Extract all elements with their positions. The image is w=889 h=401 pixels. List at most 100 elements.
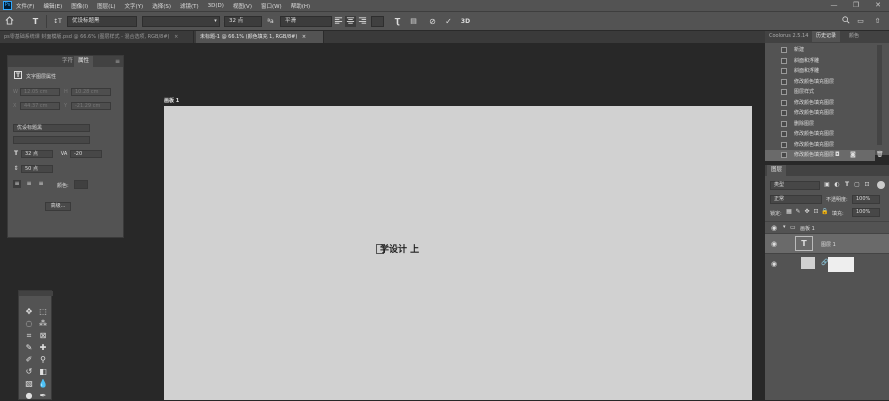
layer-row-fill[interactable]: ◉ 🔗 (765, 253, 889, 273)
history-source-checkbox[interactable] (781, 99, 787, 106)
warp-text-icon[interactable]: Ʈ (392, 16, 403, 27)
frame-tool-icon[interactable]: ⊠ (37, 330, 49, 341)
history-source-checkbox[interactable] (781, 57, 787, 64)
history-item[interactable]: 修改颜色填充图层 (765, 77, 875, 88)
crop-tool-icon[interactable]: ⌗ (23, 330, 35, 341)
canvas-text-layer[interactable]: 学设计 上 (380, 242, 419, 255)
y-field[interactable]: -21.29 cm (71, 102, 111, 110)
menu-image[interactable]: 图像(I) (71, 2, 88, 10)
delete-icon[interactable]: 🗑 (876, 151, 884, 158)
marquee-tool-icon[interactable]: ⬚ (37, 306, 49, 317)
gradient-tool-icon[interactable]: ▧ (23, 378, 35, 389)
history-source-checkbox[interactable] (781, 110, 787, 116)
type-tool-icon[interactable]: T (30, 16, 41, 27)
history-source-checkbox[interactable] (781, 47, 787, 53)
healing-brush-tool-icon[interactable]: ✚ (37, 342, 49, 353)
history-item[interactable]: 修改颜色填充图层 (765, 98, 875, 109)
filter-shape-icon[interactable]: ▢ (853, 181, 861, 189)
visibility-eye-icon[interactable]: ◉ (771, 260, 777, 268)
history-brush-tool-icon[interactable]: ↺ (23, 366, 35, 377)
workspace-icon[interactable]: ▭ (855, 16, 866, 27)
blur-tool-icon[interactable]: 💧 (37, 378, 49, 389)
menu-window[interactable]: 窗口(W) (261, 2, 282, 10)
minimize-icon[interactable]: — (823, 0, 845, 11)
menu-type[interactable]: 文字(Y) (125, 2, 144, 10)
history-source-checkbox[interactable] (781, 131, 787, 137)
share-icon[interactable]: ⇧ (872, 16, 883, 27)
filter-toggle-icon[interactable] (877, 181, 885, 189)
panel-align-center-icon[interactable]: ≡ (25, 180, 33, 188)
history-item[interactable]: 修改颜色填充图层 (765, 129, 875, 140)
layer-filter-select[interactable]: 类型 (770, 181, 820, 190)
tracking-field[interactable]: -20 (70, 150, 102, 158)
pen-tool-icon[interactable]: ✒ (37, 390, 49, 401)
menu-layer[interactable]: 图层(L) (97, 2, 115, 10)
home-icon[interactable] (4, 16, 15, 27)
filter-type-icon[interactable]: T (843, 181, 851, 189)
tab-properties[interactable]: 属性 (74, 56, 94, 67)
filter-smart-object-icon[interactable]: ⊡ (863, 181, 871, 189)
history-item[interactable]: 斜面和浮雕 (765, 66, 875, 77)
history-item[interactable]: 删除图层 (765, 119, 875, 130)
menu-3d[interactable]: 3D(D) (208, 3, 224, 9)
visibility-eye-icon[interactable]: ◉ (771, 240, 777, 248)
lock-position-icon[interactable]: ✥ (803, 208, 811, 216)
history-item[interactable]: 斜面和浮雕 (765, 56, 875, 67)
lock-artboard-icon[interactable]: ⊡ (812, 208, 820, 216)
menu-select[interactable]: 选择(S) (152, 2, 171, 10)
expand-chevron-icon[interactable]: ▾ (783, 224, 786, 230)
history-item[interactable]: 修改颜色填充图层 (765, 140, 875, 151)
panel-align-left-icon[interactable]: ≡ (13, 180, 21, 188)
font-family-select[interactable]: 优设标题黑 (67, 16, 137, 27)
magic-wand-tool-icon[interactable]: ⁂ (37, 318, 49, 329)
tab-color[interactable]: 颜色 (845, 31, 863, 42)
tab-cover-template[interactable]: ps零基础系统课 封面模版.psd @ 66.6% (图层样式 - 混合选项, … (0, 31, 194, 43)
close-tab-icon[interactable]: × (174, 34, 178, 40)
cancel-icon[interactable]: ⊘ (427, 16, 438, 27)
visibility-eye-icon[interactable]: ◉ (771, 224, 777, 232)
lasso-tool-icon[interactable]: ◌ (23, 318, 35, 329)
lock-all-icon[interactable]: 🔒 (821, 208, 829, 216)
panel-font-size-field[interactable]: 32 点 (21, 150, 53, 158)
tab-untitled-1[interactable]: 未标题-1 @ 66.1% (颜色填充 1, RGB/8#) × (196, 31, 324, 43)
clone-stamp-tool-icon[interactable]: ⚲ (37, 354, 49, 365)
panel-font-style-select[interactable] (13, 136, 90, 144)
artboard-label[interactable]: 画板 1 (164, 97, 179, 104)
width-field[interactable]: 12.05 cm (20, 88, 60, 96)
lock-transparent-icon[interactable]: ▦ (785, 208, 793, 216)
history-item-selected[interactable]: 修改颜色填充图层 (765, 150, 875, 161)
history-item[interactable]: 新建 (765, 45, 875, 56)
dodge-tool-icon[interactable]: ● (23, 390, 35, 401)
history-item[interactable]: 修改颜色填充图层 (765, 108, 875, 119)
filter-adjustment-icon[interactable]: ◐ (833, 181, 841, 189)
text-orientation-icon[interactable]: ↕T (52, 16, 63, 27)
fill-field[interactable]: 100% (852, 208, 880, 217)
move-tool-icon[interactable]: ✥ (23, 306, 35, 317)
artboard[interactable] (164, 106, 752, 400)
blend-mode-select[interactable]: 正常 (770, 195, 822, 204)
panel-color-swatch[interactable] (74, 180, 88, 189)
align-right-icon[interactable] (357, 16, 368, 27)
filter-pixel-icon[interactable]: ▣ (823, 181, 831, 189)
brush-tool-icon[interactable]: ✐ (23, 354, 35, 365)
antialias-select[interactable]: 平滑 (280, 16, 332, 27)
tab-history[interactable]: 历史记录 (812, 31, 841, 42)
font-style-chevron-icon[interactable]: ▾ (210, 16, 221, 27)
history-source-checkbox[interactable] (781, 68, 787, 74)
history-item[interactable]: 图层样式 (765, 87, 875, 98)
panel-font-family-select[interactable]: 优设标题黑 (13, 124, 90, 132)
tab-layers[interactable]: 图层 (767, 165, 787, 176)
history-source-checkbox[interactable] (781, 89, 787, 95)
panel-menu-icon[interactable]: ≡ (111, 56, 124, 67)
menu-edit[interactable]: 编辑(E) (43, 2, 62, 10)
menu-file[interactable]: 文件(F) (16, 2, 34, 10)
close-window-icon[interactable]: ✕ (867, 0, 889, 11)
menu-filter[interactable]: 滤镜(T) (180, 2, 199, 10)
commit-icon[interactable]: ✓ (443, 16, 454, 27)
new-snapshot-icon[interactable]: ◘ (835, 151, 840, 158)
layer-row-artboard[interactable]: ◉ ▾ ▭ 画板 1 (765, 221, 889, 233)
history-source-checkbox[interactable] (781, 78, 787, 85)
menu-help[interactable]: 帮助(H) (291, 2, 310, 10)
character-panel-toggle-icon[interactable]: ▤ (408, 16, 419, 27)
eyedropper-tool-icon[interactable]: ✎ (23, 342, 35, 353)
